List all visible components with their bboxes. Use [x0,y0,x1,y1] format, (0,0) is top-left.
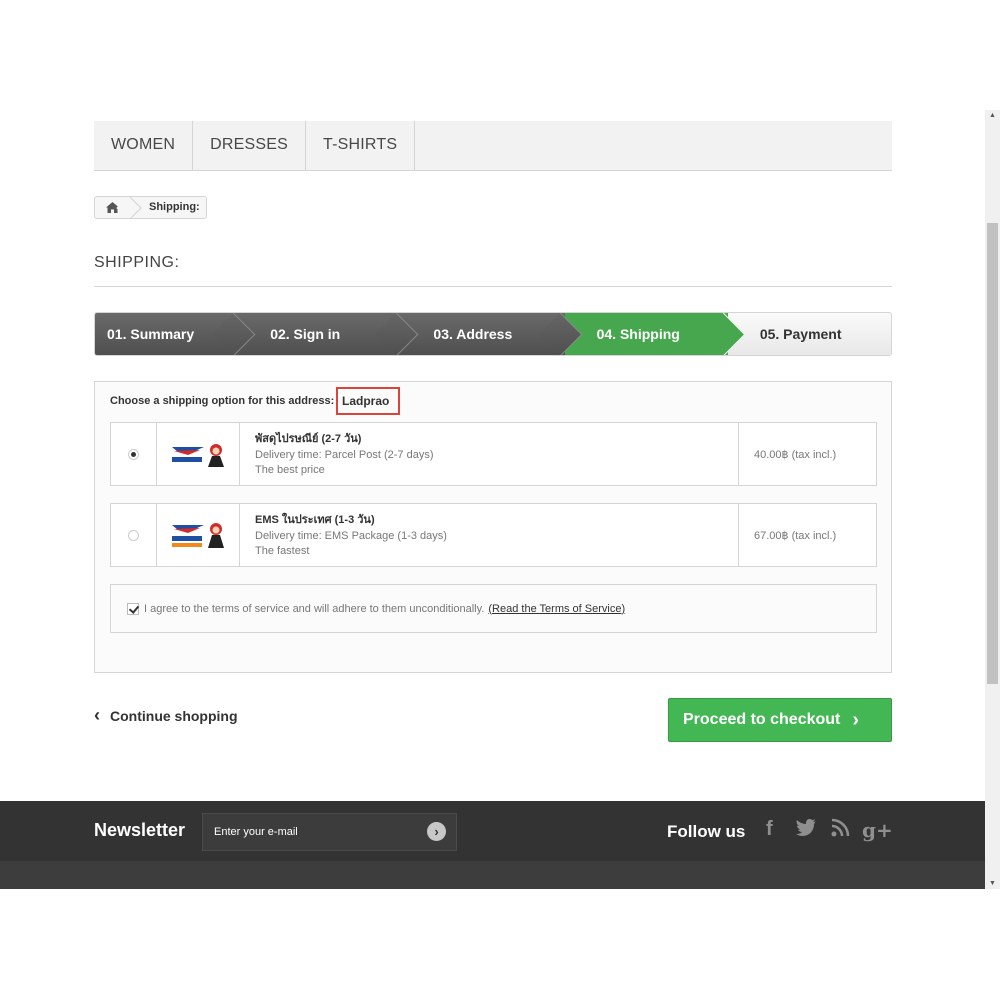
scroll-up-arrow-icon[interactable]: ▲ [988,112,997,119]
newsletter-title: Newsletter [94,820,186,840]
home-icon [105,202,119,213]
option-name: พัสดุไปรษณีย์ (2-7 วัน) [255,433,362,445]
radio-button[interactable] [128,529,139,541]
option-delivery-time: Delivery time: Parcel Post (2-7 days) [255,448,434,461]
breadcrumb-home[interactable] [95,197,129,218]
newsletter-submit-icon[interactable]: › [427,822,446,841]
step-summary[interactable]: 01. Summary [95,313,239,355]
option-note: The best price [255,464,325,476]
step-shipping: 04. Shipping [564,313,728,355]
shipping-option-ems[interactable]: EMS ในประเทศ (1-3 วัน) Delivery time: EM… [110,503,877,567]
follow-us-title: Follow us [667,822,746,841]
proceed-to-checkout-button[interactable]: Proceed to checkout › [668,698,892,742]
option-price: 40.00฿ (tax incl.) [754,448,837,461]
shipping-option-parcel[interactable]: พัสดุไปรษณีย์ (2-7 วัน) Delivery time: P… [110,422,877,486]
breadcrumb: Shipping: [94,196,207,219]
page-title: SHIPPING: [94,254,180,271]
option-note: The fastest [255,545,310,557]
option-name: EMS ในประเทศ (1-3 วัน) [255,514,375,526]
continue-shopping-link[interactable]: ‹ Continue shopping [94,705,238,726]
rss-icon[interactable] [830,818,850,844]
menu-item-dresses[interactable]: DRESSES [193,121,306,171]
option-delivery-time: Delivery time: EMS Package (1-3 days) [255,529,447,542]
carrier-logo-cell [157,423,240,485]
carrier-logo-cell [157,504,240,566]
twitter-icon[interactable] [795,818,817,844]
checkout-label: Proceed to checkout [683,711,841,728]
address-name: Ladprao [336,387,400,415]
footer: Newsletter Enter your e-mail › Follow us… [0,801,985,861]
vertical-scrollbar[interactable]: ▲ ▼ [985,110,1000,889]
shipping-prompt: Choose a shipping option for this addres… [110,395,335,407]
top-menu: WOMEN DRESSES T-SHIRTS [94,121,892,171]
menu-item-tshirts[interactable]: T-SHIRTS [306,121,416,171]
chevron-right-icon: › [852,708,860,731]
ems-logo-icon [172,523,224,548]
option-details: EMS ในประเทศ (1-3 วัน) Delivery time: EM… [240,504,739,566]
facebook-icon[interactable]: f [766,818,773,841]
step-payment: 05. Payment [727,313,891,355]
radio-button-selected[interactable] [128,448,139,460]
step-address[interactable]: 03. Address [401,313,565,355]
scrollbar-thumb[interactable] [987,223,998,684]
terms-link[interactable]: (Read the Terms of Service) [488,603,625,615]
menu-item-women[interactable]: WOMEN [94,121,194,171]
radio-cell[interactable] [111,504,157,566]
shipping-options-box: Choose a shipping option for this addres… [94,381,892,673]
newsletter-email-input[interactable]: Enter your e-mail [202,813,457,851]
chevron-left-icon: ‹ [94,705,100,725]
footer-bottom-bar [0,861,985,889]
terms-checkbox[interactable] [127,602,139,615]
option-details: พัสดุไปรษณีย์ (2-7 วัน) Delivery time: P… [240,423,739,485]
terms-of-service: I agree to the terms of service and will… [110,584,877,633]
continue-shopping-label: Continue shopping [110,707,238,724]
terms-text: I agree to the terms of service and will… [144,602,485,615]
scroll-down-arrow-icon[interactable]: ▼ [988,880,997,887]
checkout-steps: 01. Summary 02. Sign in 03. Address 04. … [94,312,892,356]
thailand-post-logo-icon [172,444,224,467]
step-sign-in[interactable]: 02. Sign in [238,313,402,355]
google-plus-icon[interactable]: g+ [862,818,893,842]
radio-cell[interactable] [111,423,157,485]
divider [94,286,892,287]
option-price: 67.00฿ (tax incl.) [754,529,837,542]
